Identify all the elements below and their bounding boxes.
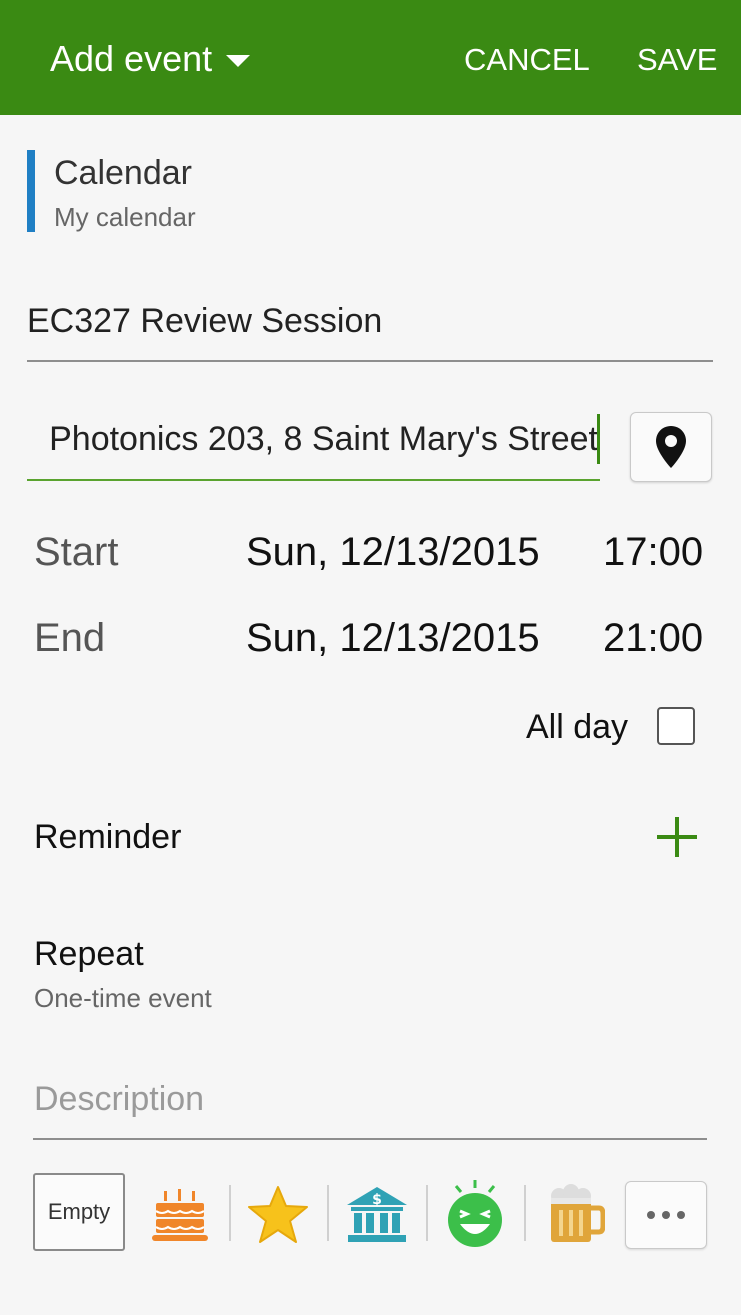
more-icon-dot [662,1211,670,1219]
add-reminder-button[interactable] [657,817,697,857]
sticker-divider [524,1185,526,1241]
more-icon-dot [677,1211,685,1219]
calendar-label: Calendar [54,154,192,192]
more-stickers-button[interactable] [625,1181,707,1249]
app-bar: Add event CANCEL SAVE [0,0,741,115]
sticker-empty-button[interactable]: Empty [33,1173,125,1251]
end-date[interactable]: Sun, 12/13/2015 [246,616,540,661]
repeat-label: Repeat [34,935,144,973]
star-icon [248,1186,308,1243]
end-time[interactable]: 21:00 [603,616,703,661]
calendar-selector-dropdown[interactable]: Add event [50,38,251,80]
sticker-laughing[interactable] [430,1168,520,1258]
description-underline [33,1138,707,1140]
calendar-value: My calendar [54,202,196,232]
sticker-cake[interactable] [135,1170,225,1260]
start-time[interactable]: 17:00 [603,530,703,575]
reminder-label: Reminder [34,818,182,856]
calendar-color-bar [27,150,35,232]
dropdown-caret-icon [226,55,251,67]
sticker-divider [229,1185,231,1241]
description-input[interactable]: Description [34,1080,204,1119]
start-label: Start [34,530,119,574]
title-input[interactable]: EC327 Review Session [27,302,382,341]
laughing-face-icon [448,1180,502,1247]
all-day-checkbox[interactable] [657,707,695,745]
sticker-star[interactable] [233,1170,323,1260]
repeat-value: One-time event [34,983,212,1013]
location-input[interactable]: Photonics 203, 8 Saint Mary's Street [27,412,600,472]
svg-text:$: $ [372,1192,382,1208]
location-text: Photonics 203, 8 Saint Mary's Street [49,420,598,458]
sticker-divider [327,1185,329,1241]
all-day-label: All day [526,708,629,746]
end-label: End [34,616,106,660]
cancel-button[interactable]: CANCEL [464,42,590,78]
map-button[interactable] [630,412,712,482]
beer-mug-icon [551,1184,605,1242]
bank-icon: $ [347,1187,407,1242]
map-pin-icon [656,426,686,468]
birthday-cake-icon [152,1189,208,1241]
page-title: Add event [50,38,213,79]
text-cursor [597,414,600,464]
more-icon [647,1211,655,1219]
title-underline [27,360,713,362]
save-button[interactable]: SAVE [637,42,717,78]
start-date[interactable]: Sun, 12/13/2015 [246,530,540,575]
sticker-beer[interactable] [530,1170,620,1260]
sticker-bank[interactable]: $ [332,1170,422,1260]
location-underline [27,479,600,481]
sticker-divider [426,1185,428,1241]
